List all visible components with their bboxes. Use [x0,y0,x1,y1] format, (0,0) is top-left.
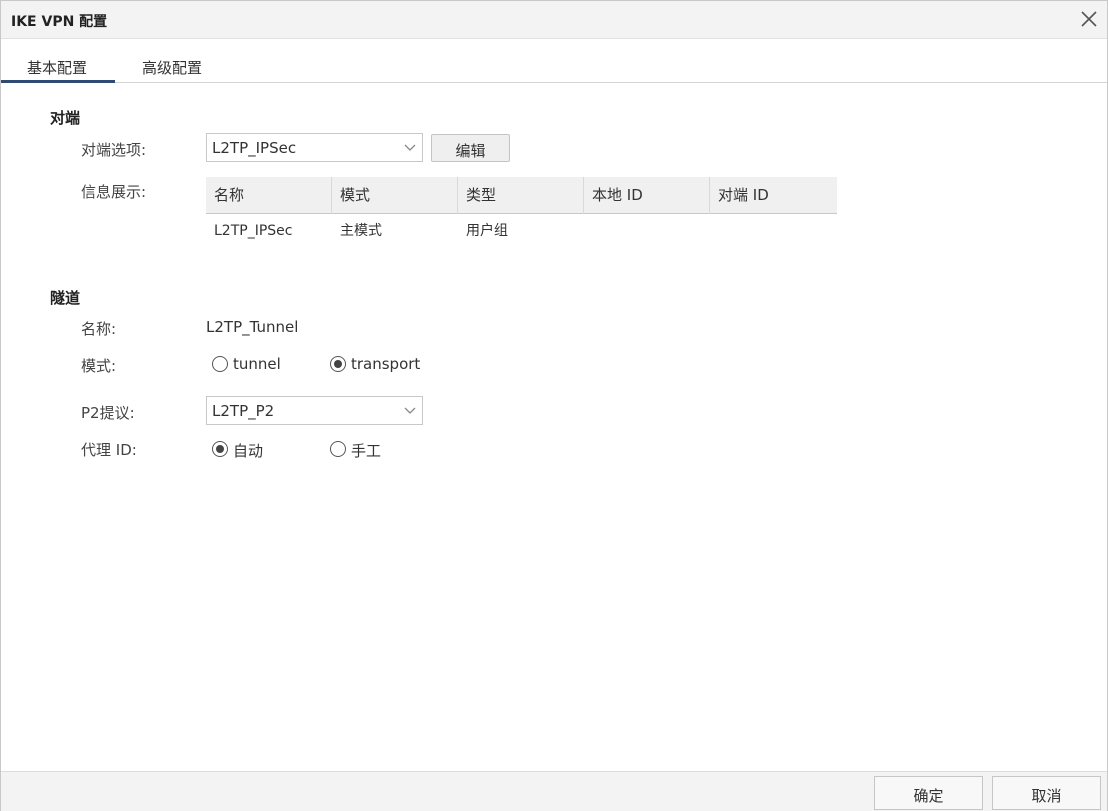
radio-checked-icon [212,441,228,457]
tunnel-name-label: 名称: [81,320,117,338]
p2-proposal-label: P2提议: [81,404,135,422]
peer-option-value: L2TP_IPSec [212,139,297,157]
column-header-local-id[interactable]: 本地 ID [584,177,710,214]
radio-unchecked-icon [330,441,346,457]
column-header-mode[interactable]: 模式 [332,177,458,214]
tab-bar: 基本配置 高级配置 [1,39,1107,83]
info-display-label: 信息展示: [81,183,147,201]
cell-name: L2TP_IPSec [214,223,293,239]
ok-button-label: 确定 [913,787,944,805]
mode-radio-transport-label: transport [351,355,421,373]
tab-advanced-config[interactable]: 高级配置 [142,57,202,78]
cell-mode: 主模式 [340,223,382,239]
tunnel-mode-label: 模式: [81,357,117,375]
peer-section-title: 对端 [50,109,81,127]
chevron-down-icon [404,407,416,414]
dialog-footer: 确定 取消 [1,771,1107,811]
table-header: 名称 模式 类型 本地 ID 对端 ID [206,177,837,214]
p2-proposal-value: L2TP_P2 [212,402,275,420]
radio-checked-icon [330,356,346,372]
mode-radio-tunnel-label: tunnel [233,355,281,373]
cancel-button-label: 取消 [1031,787,1062,805]
cell-peer-id [710,214,837,248]
dialog-title: IKE VPN 配置 [11,14,108,30]
column-header-type[interactable]: 类型 [458,177,584,214]
chevron-down-icon [404,144,416,151]
proxy-radio-manual-label: 手工 [351,442,382,460]
p2-proposal-select[interactable]: L2TP_P2 [206,396,423,425]
proxy-id-label: 代理 ID: [81,441,137,459]
ok-button[interactable]: 确定 [874,776,983,810]
tunnel-section-title: 隧道 [50,289,81,307]
proxy-radio-auto[interactable]: 自动 [212,439,282,460]
proxy-radio-auto-label: 自动 [233,442,264,460]
cancel-button[interactable]: 取消 [992,776,1101,810]
edit-button-label: 编辑 [455,142,486,160]
cell-local-id [584,214,710,248]
mode-radio-transport[interactable]: transport [330,354,430,374]
radio-unchecked-icon [212,356,228,372]
active-tab-indicator [1,80,115,83]
peer-option-select[interactable]: L2TP_IPSec [206,133,423,162]
proxy-radio-manual[interactable]: 手工 [330,439,400,460]
close-icon[interactable] [1077,7,1101,31]
cell-type: 用户组 [466,223,508,239]
column-header-name[interactable]: 名称 [206,177,332,214]
ike-vpn-dialog: IKE VPN 配置 基本配置 高级配置 对端 对端选项: L2TP_IPSec… [0,0,1108,811]
tab-basic-config[interactable]: 基本配置 [27,57,87,78]
title-bar: IKE VPN 配置 [1,1,1107,39]
tunnel-name-value: L2TP_Tunnel [206,318,299,336]
edit-button[interactable]: 编辑 [431,134,510,162]
mode-radio-tunnel[interactable]: tunnel [212,354,292,374]
peer-option-label: 对端选项: [81,141,147,159]
table-row[interactable]: L2TP_IPSec 主模式 用户组 [206,214,837,248]
peer-info-table: 名称 模式 类型 本地 ID 对端 ID L2TP_IPSec 主模式 用户组 [206,177,837,248]
column-header-peer-id[interactable]: 对端 ID [710,177,837,214]
